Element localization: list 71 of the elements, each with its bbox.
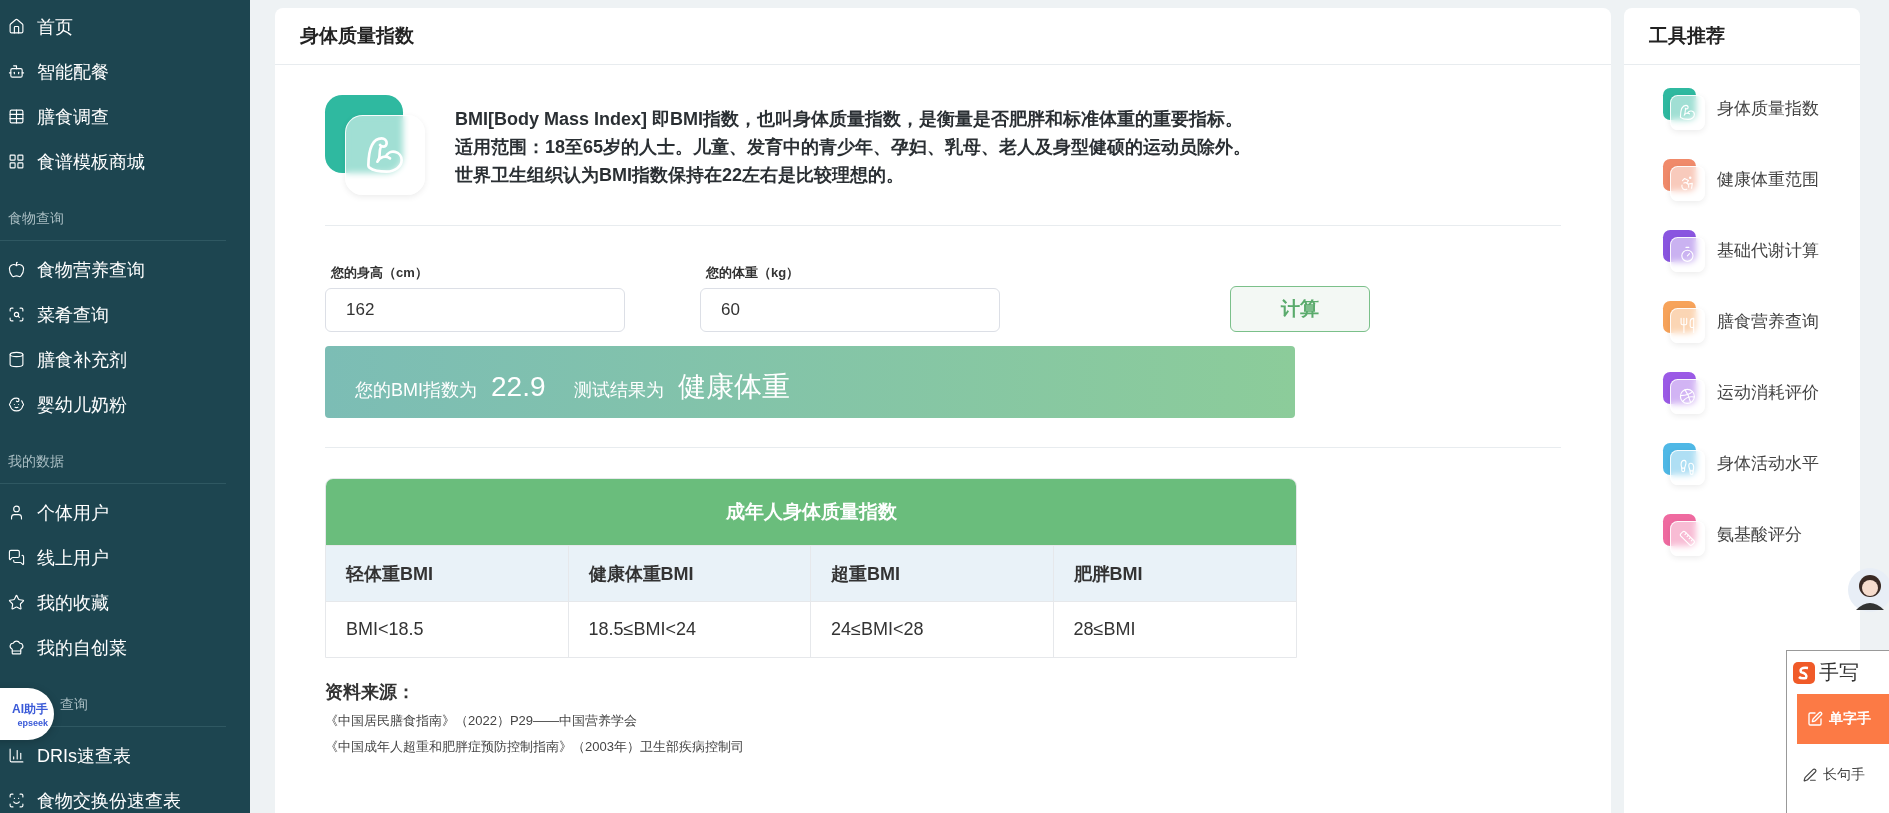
table-icon <box>8 108 25 125</box>
robot-icon <box>8 63 25 80</box>
sidebar-item[interactable]: 智能配餐 <box>0 49 250 94</box>
star-icon <box>8 594 25 611</box>
column-header: 超重BMI <box>811 545 1054 601</box>
table-cell: BMI<18.5 <box>326 601 569 657</box>
panel-title: 工具推荐 <box>1649 24 1725 48</box>
weight-field[interactable]: 60 <box>700 288 1000 332</box>
column-header: 肥胖BMI <box>1053 545 1296 601</box>
table-cell: 28≤BMI <box>1053 601 1296 657</box>
pen-icon <box>1803 768 1817 782</box>
section-header: 我的数据 <box>0 441 226 484</box>
source-text: 《中国居民膳食指南》（2022）P29——中国营养学会 <box>325 712 639 730</box>
tool-link[interactable]: 运动消耗评价 <box>1717 381 1819 404</box>
panel-title: 手写 <box>1819 660 1859 685</box>
arm-icon <box>325 95 425 195</box>
field-label: 您的体重（kg） <box>704 264 801 282</box>
column-header: 健康体重BMI <box>568 545 811 601</box>
intro-text: 适用范围：18至65岁的人士。儿童、发育中的青少年、孕妇、乳母、老人及身型健硕的运动员除外。 <box>455 136 1252 159</box>
chat-icon <box>8 549 25 566</box>
sidebar-item[interactable]: 食谱模板商城 <box>0 139 250 184</box>
sidebar-item[interactable]: 膳食补充剂 <box>0 337 250 382</box>
baby-icon <box>8 396 25 413</box>
assistant-subtitle: epseek <box>17 717 48 728</box>
intro-text: 世界卫生组织认为BMI指数保持在22左右是比较理想的。 <box>455 164 905 187</box>
source-text: 《中国成年人超重和肥胖症预防控制指南》（2003年）卫生部疾病控制司 <box>325 738 745 756</box>
sources-title: 资料来源： <box>325 681 416 704</box>
bmi-value: 22.9 <box>491 371 546 403</box>
sidebar-item[interactable]: 膳食调查 <box>0 94 250 139</box>
section-header: 食物查询 <box>0 198 226 241</box>
column-header: 轻体重BMI <box>326 545 569 601</box>
home-icon <box>8 18 25 35</box>
table-cell: 24≤BMI<28 <box>811 601 1054 657</box>
tool-link[interactable]: 身体质量指数 <box>1717 97 1819 120</box>
long-sentence-button[interactable]: 长句手 <box>1803 766 1865 784</box>
sidebar-item[interactable]: 我的自创菜 <box>0 625 250 670</box>
tool-link[interactable]: 氨基酸评分 <box>1717 523 1802 546</box>
tool-link[interactable]: 基础代谢计算 <box>1717 239 1819 262</box>
table-cell: 18.5≤BMI<24 <box>568 601 811 657</box>
pen-icon <box>1807 711 1823 727</box>
grid-icon <box>8 153 25 170</box>
sidebar-item[interactable]: 食物交换份速查表 <box>0 778 250 813</box>
field-label: 您的身高（cm） <box>329 264 429 282</box>
chef-hat-icon <box>8 639 25 656</box>
apple-icon <box>8 261 25 278</box>
intro-text: BMI[Body Mass Index] 即BMI指数，也叫身体质量指数，是衡量是否肥胖和标准体重的重要指标。 <box>455 108 1245 131</box>
assistant-title: AI助手 <box>12 700 48 718</box>
tool-link[interactable]: 身体活动水平 <box>1717 452 1819 475</box>
jar-icon <box>8 351 25 368</box>
sidebar-item[interactable]: 个体用户 <box>0 490 250 535</box>
card-title: 身体质量指数 <box>300 24 414 48</box>
sidebar-item[interactable]: 首页 <box>0 4 250 49</box>
bar-chart-icon <box>8 747 25 764</box>
logo-icon <box>1793 661 1815 684</box>
sidebar-item[interactable]: 我的收藏 <box>0 580 250 625</box>
result-value: 健康体重 <box>677 370 790 404</box>
result-label: 测试结果为 <box>573 379 664 402</box>
user-icon <box>8 504 25 521</box>
face-scan-icon <box>8 792 25 809</box>
tool-link[interactable]: 膳食营养查询 <box>1717 310 1819 333</box>
height-field[interactable]: 162 <box>325 288 625 332</box>
tool-link[interactable]: 健康体重范围 <box>1717 168 1819 191</box>
table-title: 成年人身体质量指数 <box>326 479 1296 545</box>
sidebar-item[interactable]: 婴幼儿奶粉 <box>0 382 250 427</box>
sidebar-item[interactable]: 菜肴查询 <box>0 292 250 337</box>
result-label: 您的BMI指数为 <box>355 379 477 402</box>
avatar-icon[interactable] <box>1846 566 1889 614</box>
search-icon <box>8 306 25 323</box>
assistant-bubble[interactable]: AI助手 epseek <box>0 688 54 740</box>
sidebar-item[interactable]: 食物营养查询 <box>0 247 250 292</box>
sidebar-item[interactable]: 线上用户 <box>0 535 250 580</box>
